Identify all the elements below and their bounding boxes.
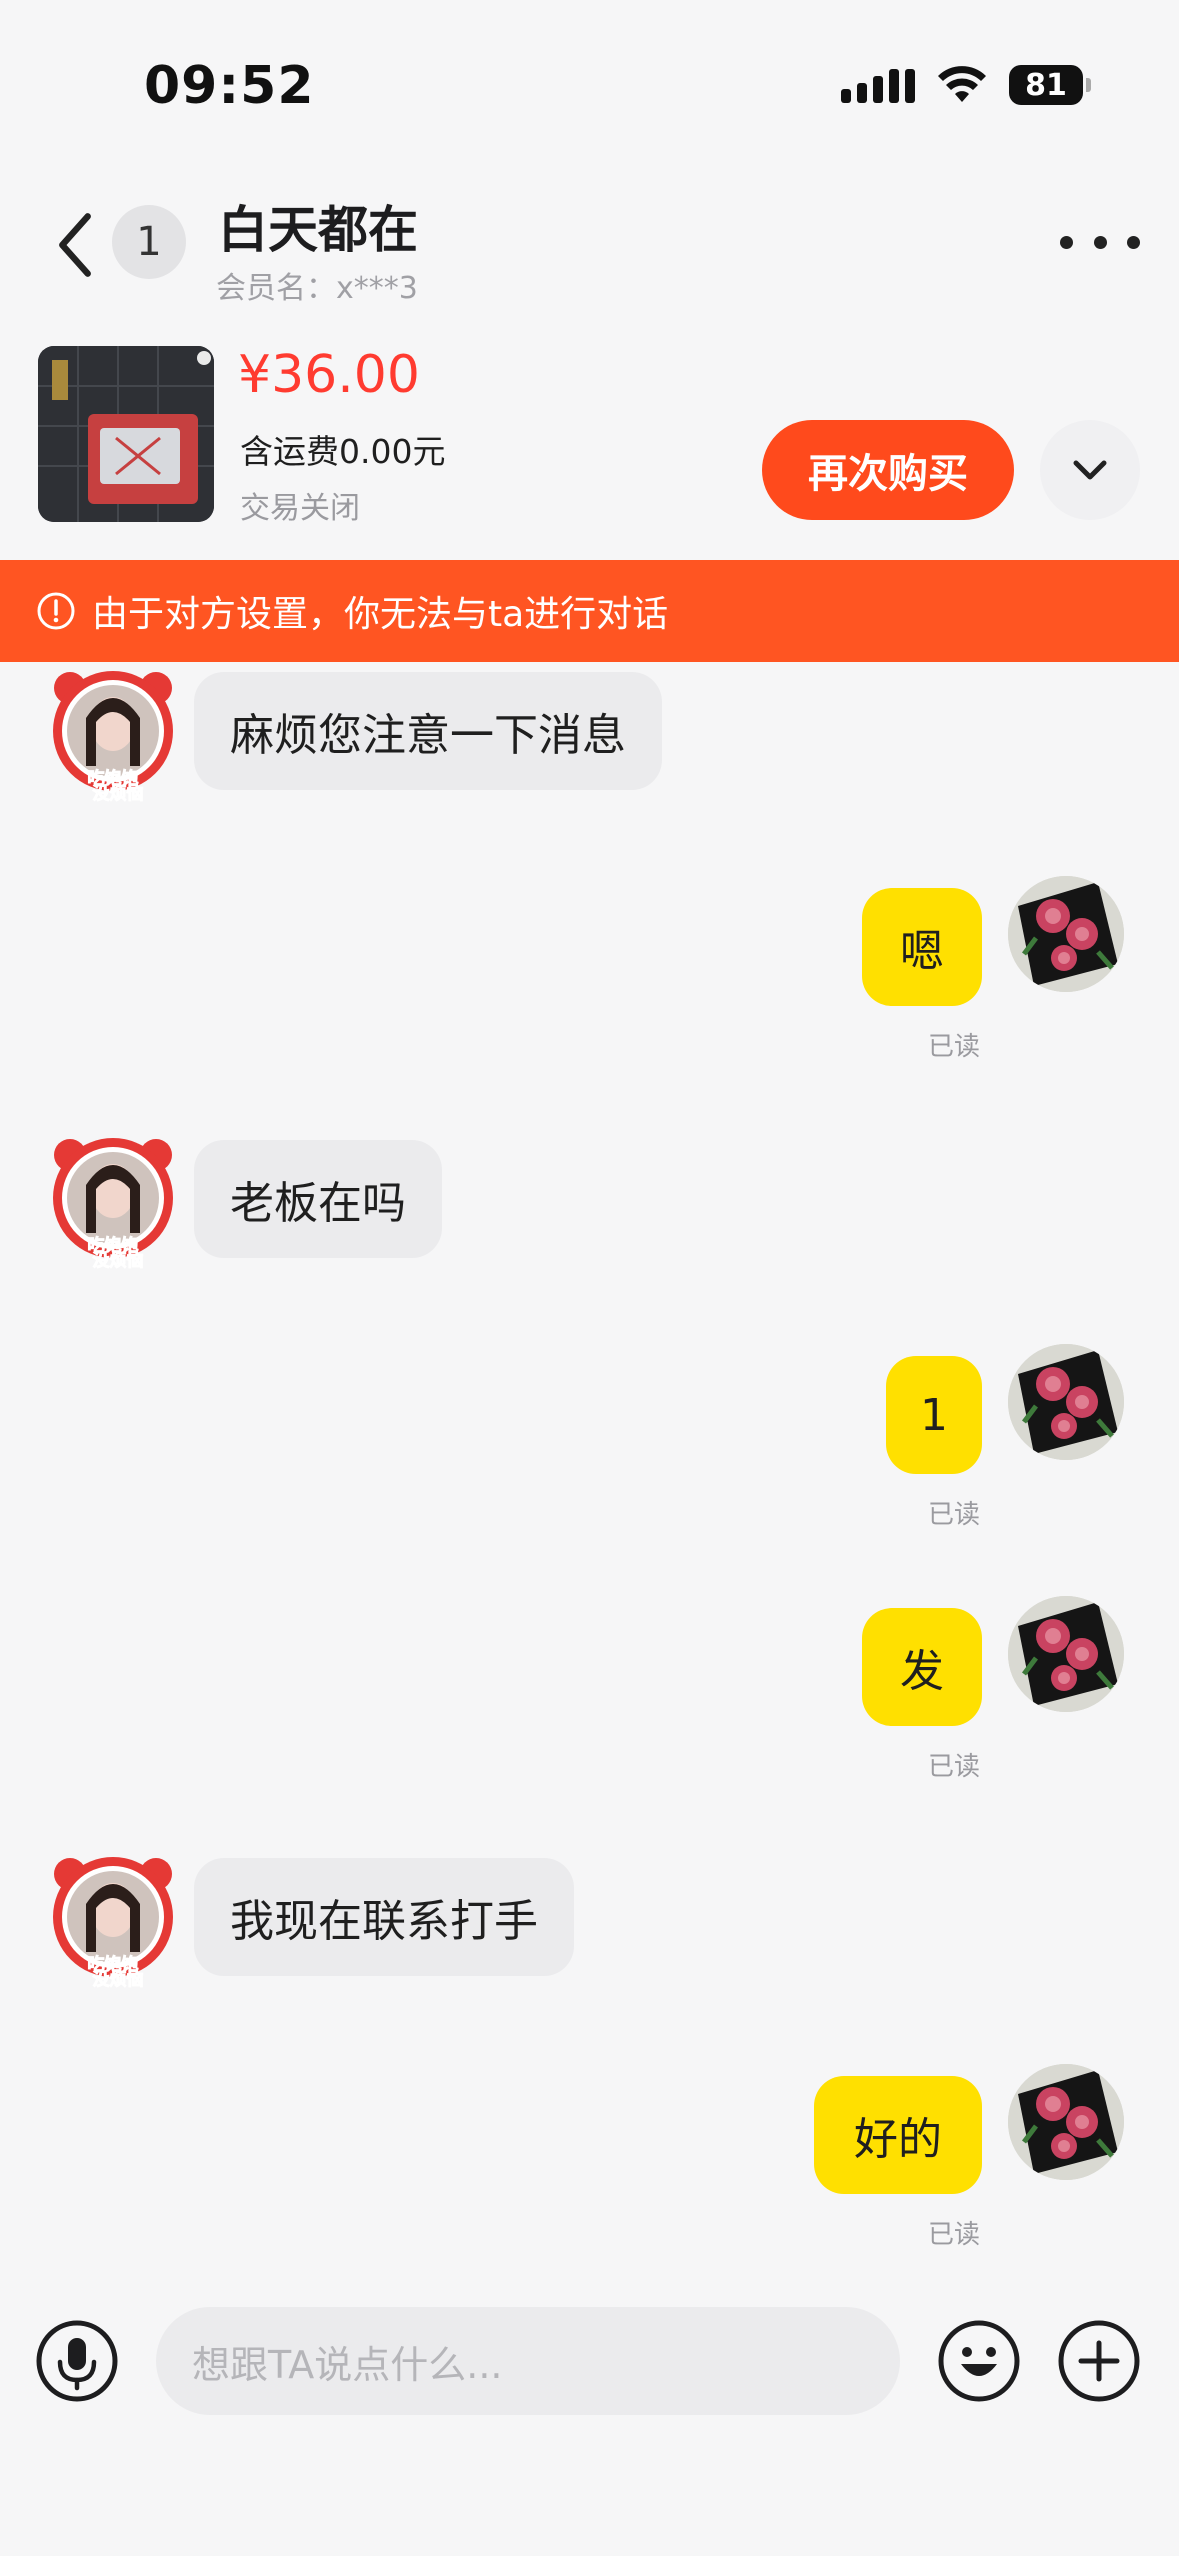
outgoing-message-bubble[interactable]: 好的 — [814, 2076, 982, 2194]
read-status: 已读 — [928, 1032, 981, 1062]
avatar-image — [1008, 2064, 1124, 2180]
incoming-message-bubble[interactable]: 我现在联系打手 — [194, 1858, 574, 1976]
emoji-button[interactable] — [936, 2318, 1022, 2404]
outgoing-message-bubble[interactable]: 1 — [886, 1356, 982, 1474]
chat-title: 白天都在 — [218, 201, 418, 259]
chevron-left-icon — [59, 213, 91, 277]
more-dot — [1127, 235, 1140, 249]
my-avatar[interactable] — [1008, 876, 1124, 992]
my-avatar[interactable] — [1008, 2064, 1124, 2180]
message-input[interactable]: 想跟TA说点什么... — [156, 2307, 900, 2415]
more-options-button[interactable] — [1060, 222, 1140, 262]
trade-status: 交易关闭 — [240, 491, 360, 526]
svg-text:没烦恼: 没烦恼 — [93, 783, 144, 802]
voice-input-button[interactable] — [34, 2318, 120, 2404]
shipping-fee: 含运费0.00元 — [240, 432, 446, 471]
product-thumbnail[interactable] — [38, 346, 214, 522]
avatar-image: 吃饱饱 没烦恼 — [53, 1138, 173, 1272]
wifi-icon — [938, 66, 986, 102]
svg-text:没烦恼: 没烦恼 — [93, 1969, 144, 1988]
incoming-message-bubble[interactable]: 麻烦您注意一下消息 — [194, 672, 662, 790]
notice-banner: 由于对方设置，你无法与ta进行对话 — [0, 560, 1179, 662]
my-avatar[interactable] — [1008, 1596, 1124, 1712]
avatar-image — [1008, 1596, 1124, 1712]
outgoing-message-bubble[interactable]: 嗯 — [862, 888, 982, 1006]
incoming-message-bubble[interactable]: 老板在吗 — [194, 1140, 442, 1258]
member-name: 会员名：x***3 — [216, 271, 418, 306]
unread-count-badge: 1 — [112, 205, 186, 279]
expand-order-button[interactable] — [1040, 420, 1140, 520]
read-status: 已读 — [928, 1752, 981, 1782]
emoji-icon — [938, 2320, 1020, 2402]
notice-text: 由于对方设置，你无法与ta进行对话 — [92, 594, 669, 635]
avatar-image — [1008, 1344, 1124, 1460]
order-price: ¥36.00 — [238, 345, 420, 405]
avatar-image: 吃饱饱 没烦恼 — [53, 1857, 173, 1991]
avatar-image — [1008, 876, 1124, 992]
rebuy-button[interactable]: 再次购买 — [762, 420, 1014, 520]
contact-avatar[interactable]: 吃饱饱 没烦恼 — [48, 666, 178, 805]
svg-text:没烦恼: 没烦恼 — [93, 1250, 144, 1269]
plus-icon — [1058, 2320, 1140, 2402]
more-actions-button[interactable] — [1056, 2318, 1142, 2404]
contact-avatar[interactable]: 吃饱饱 没烦恼 — [48, 1133, 178, 1272]
read-status: 已读 — [928, 1500, 981, 1530]
more-dot — [1060, 235, 1073, 249]
product-image — [38, 346, 214, 522]
alert-circle-icon — [37, 592, 75, 630]
more-dot — [1093, 235, 1107, 249]
my-avatar[interactable] — [1008, 1344, 1124, 1460]
chevron-down-icon — [1073, 460, 1107, 480]
outgoing-message-bubble[interactable]: 发 — [862, 1608, 982, 1726]
microphone-icon — [36, 2320, 118, 2402]
cellular-signal-icon — [841, 67, 915, 103]
status-time: 09:52 — [144, 56, 315, 116]
battery-icon: 81 — [1009, 65, 1091, 105]
status-icons: 81 — [841, 60, 1091, 110]
read-status: 已读 — [928, 2220, 981, 2250]
avatar-image: 吃饱饱 没烦恼 — [53, 671, 173, 805]
status-bar: 09:52 81 — [0, 0, 1179, 170]
contact-avatar[interactable]: 吃饱饱 没烦恼 — [48, 1852, 178, 1991]
